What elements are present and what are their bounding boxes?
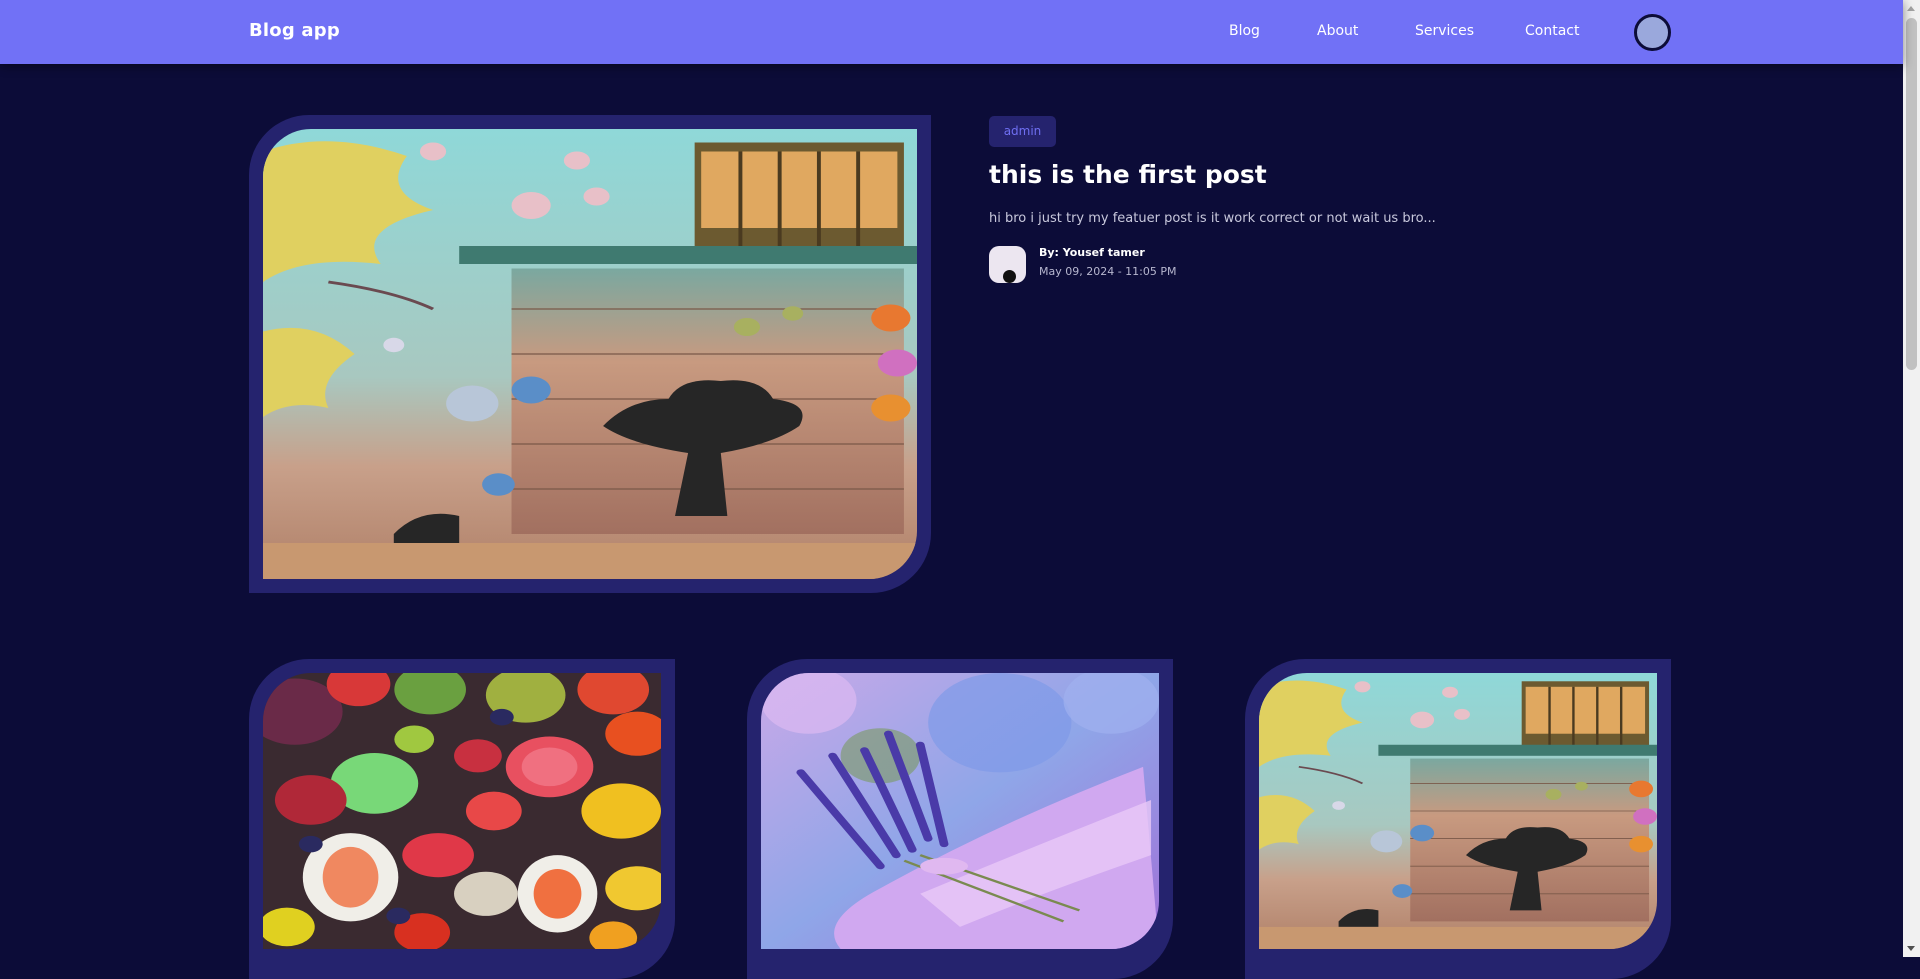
graffiti-wall-image bbox=[1259, 673, 1657, 949]
scrollbar-thumb[interactable] bbox=[1906, 18, 1917, 370]
author-name: By: Yousef tamer bbox=[1039, 246, 1145, 259]
scroll-up-icon[interactable] bbox=[1907, 6, 1915, 11]
page-scrollbar[interactable] bbox=[1903, 0, 1920, 957]
graffiti-wall-art bbox=[263, 129, 917, 579]
featured-post-image[interactable] bbox=[249, 115, 931, 593]
lavender-image bbox=[761, 673, 1159, 949]
fruit-image bbox=[263, 673, 661, 949]
lavender-art bbox=[761, 673, 1159, 949]
post-excerpt: hi bro i just try my featuer post is it … bbox=[989, 211, 1436, 226]
nav-link-contact[interactable]: Contact bbox=[1525, 23, 1579, 39]
post-card-image-2[interactable] bbox=[747, 659, 1173, 979]
nav-link-blog[interactable]: Blog bbox=[1229, 23, 1260, 39]
scroll-down-icon[interactable] bbox=[1907, 946, 1915, 951]
graffiti-wall-art bbox=[1259, 673, 1657, 949]
user-avatar-icon[interactable] bbox=[1634, 14, 1671, 51]
author-avatar bbox=[989, 246, 1026, 283]
post-date: May 09, 2024 - 11:05 PM bbox=[1039, 265, 1177, 278]
graffiti-wall-image bbox=[263, 129, 917, 579]
navbar: Blog app Blog About Services Contact bbox=[0, 0, 1903, 64]
post-card-image-3[interactable] bbox=[1245, 659, 1671, 979]
category-badge[interactable]: admin bbox=[989, 116, 1056, 147]
nav-link-services[interactable]: Services bbox=[1415, 23, 1474, 39]
post-title[interactable]: this is the first post bbox=[989, 160, 1267, 189]
brand-logo[interactable]: Blog app bbox=[249, 20, 340, 41]
author-avatar-figure bbox=[1003, 270, 1016, 283]
post-card-image-1[interactable] bbox=[249, 659, 675, 979]
nav-link-about[interactable]: About bbox=[1317, 23, 1358, 39]
fruit-art bbox=[263, 673, 661, 949]
